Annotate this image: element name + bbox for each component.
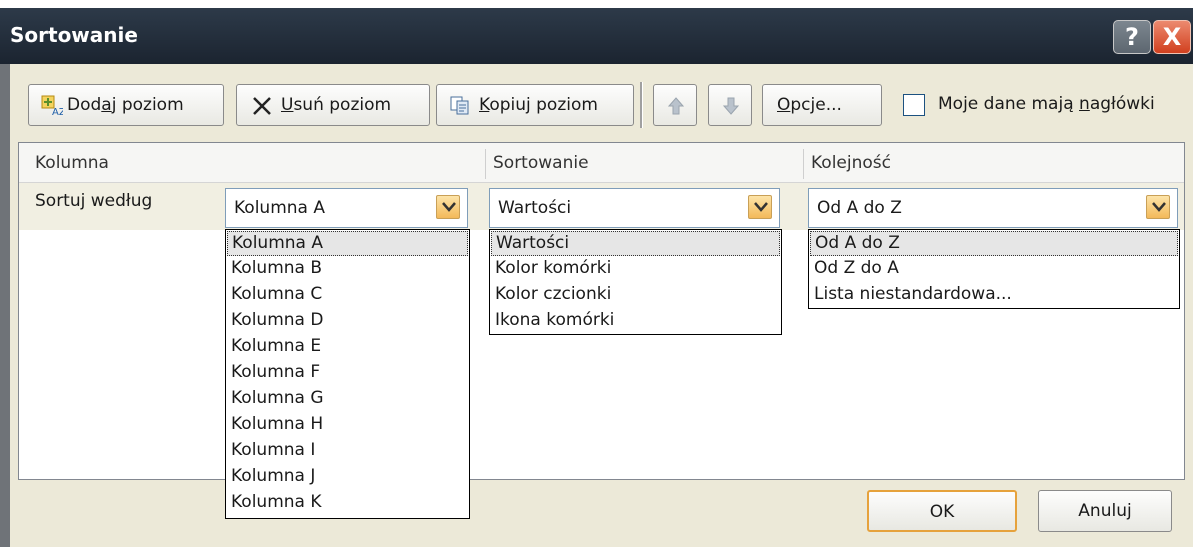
sort-on-combo-value: Wartości	[498, 198, 572, 218]
order-combo-dropdown-button[interactable]	[1146, 195, 1170, 219]
order-option[interactable]: Lista niestandardowa...	[810, 283, 1012, 308]
dialog-title: Sortowanie	[10, 23, 138, 47]
column-option[interactable]: Kolumna H	[227, 413, 323, 438]
sort-on-combo[interactable]: Wartości	[489, 188, 780, 228]
arrow-down-icon	[722, 97, 740, 115]
sort-on-option[interactable]: Wartości	[491, 231, 780, 256]
sort-by-label: Sortuj według	[35, 191, 153, 211]
order-option[interactable]: Od A do Z	[810, 231, 1178, 256]
column-header-sortowanie: Sortowanie	[493, 153, 589, 173]
copy-level-button[interactable]: Kopiuj poziom	[436, 84, 634, 126]
chevron-down-icon	[1152, 202, 1166, 212]
close-button[interactable]: X	[1153, 20, 1191, 54]
order-combo-value: Od A do Z	[817, 198, 902, 218]
delete-level-button[interactable]: Usuń poziom	[236, 84, 430, 126]
title-bar[interactable]: Sortowanie ? X	[0, 8, 1193, 64]
sort-on-option[interactable]: Kolor czcionki	[491, 283, 611, 308]
order-combo[interactable]: Od A do Z	[808, 188, 1178, 228]
column-header-kolejnosc: Kolejność	[811, 153, 891, 173]
move-down-button[interactable]	[708, 84, 752, 126]
cancel-button[interactable]: Anuluj	[1038, 490, 1172, 532]
arrow-up-icon	[667, 97, 685, 115]
grid-header: Kolumna Sortowanie Kolejność	[19, 143, 1184, 183]
column-combo-dropdown-button[interactable]	[436, 195, 460, 219]
column-divider	[485, 149, 486, 179]
ok-button[interactable]: OK	[867, 490, 1017, 532]
column-dropdown-list: Kolumna A Kolumna B Kolumna C Kolumna D …	[225, 229, 470, 519]
column-option[interactable]: Kolumna F	[227, 361, 320, 386]
column-header-kolumna: Kolumna	[35, 153, 109, 173]
window-left-edge	[0, 64, 10, 547]
column-option[interactable]: Kolumna C	[227, 283, 322, 308]
order-dropdown-list: Od A do Z Od Z do A Lista niestandardowa…	[808, 229, 1180, 309]
chevron-down-icon	[754, 202, 768, 212]
column-option[interactable]: Kolumna A	[227, 231, 468, 256]
column-option[interactable]: Kolumna K	[227, 491, 322, 516]
order-option[interactable]: Od Z do A	[810, 257, 899, 282]
column-option[interactable]: Kolumna E	[227, 335, 321, 360]
help-button[interactable]: ?	[1113, 20, 1151, 54]
svg-text:AZ: AZ	[52, 107, 63, 117]
column-divider	[803, 149, 804, 179]
headers-checkbox-label[interactable]: Moje dane mają nagłówki	[938, 94, 1155, 114]
options-button[interactable]: Opcje...	[762, 84, 882, 126]
column-option[interactable]: Kolumna I	[227, 439, 315, 464]
column-option[interactable]: Kolumna J	[227, 465, 315, 490]
chevron-down-icon	[442, 202, 456, 212]
column-option[interactable]: Kolumna B	[227, 257, 322, 282]
column-combo[interactable]: Kolumna A	[225, 188, 468, 228]
headers-checkbox[interactable]	[903, 94, 925, 116]
add-level-button[interactable]: AZ Dodaj poziom	[28, 84, 224, 126]
copy-icon	[450, 96, 469, 115]
sort-on-option[interactable]: Kolor komórki	[491, 257, 611, 282]
sort-on-dropdown-list: Wartości Kolor komórki Kolor czcionki Ik…	[489, 229, 782, 335]
column-option[interactable]: Kolumna G	[227, 387, 324, 412]
sort-on-option[interactable]: Ikona komórki	[491, 309, 614, 334]
column-combo-value: Kolumna A	[234, 198, 325, 218]
move-up-button[interactable]	[653, 84, 697, 126]
column-option[interactable]: Kolumna D	[227, 309, 323, 334]
add-level-icon: AZ	[41, 95, 63, 117]
toolbar-separator	[640, 82, 643, 128]
delete-x-icon	[253, 97, 271, 115]
sort-on-combo-dropdown-button[interactable]	[748, 195, 772, 219]
